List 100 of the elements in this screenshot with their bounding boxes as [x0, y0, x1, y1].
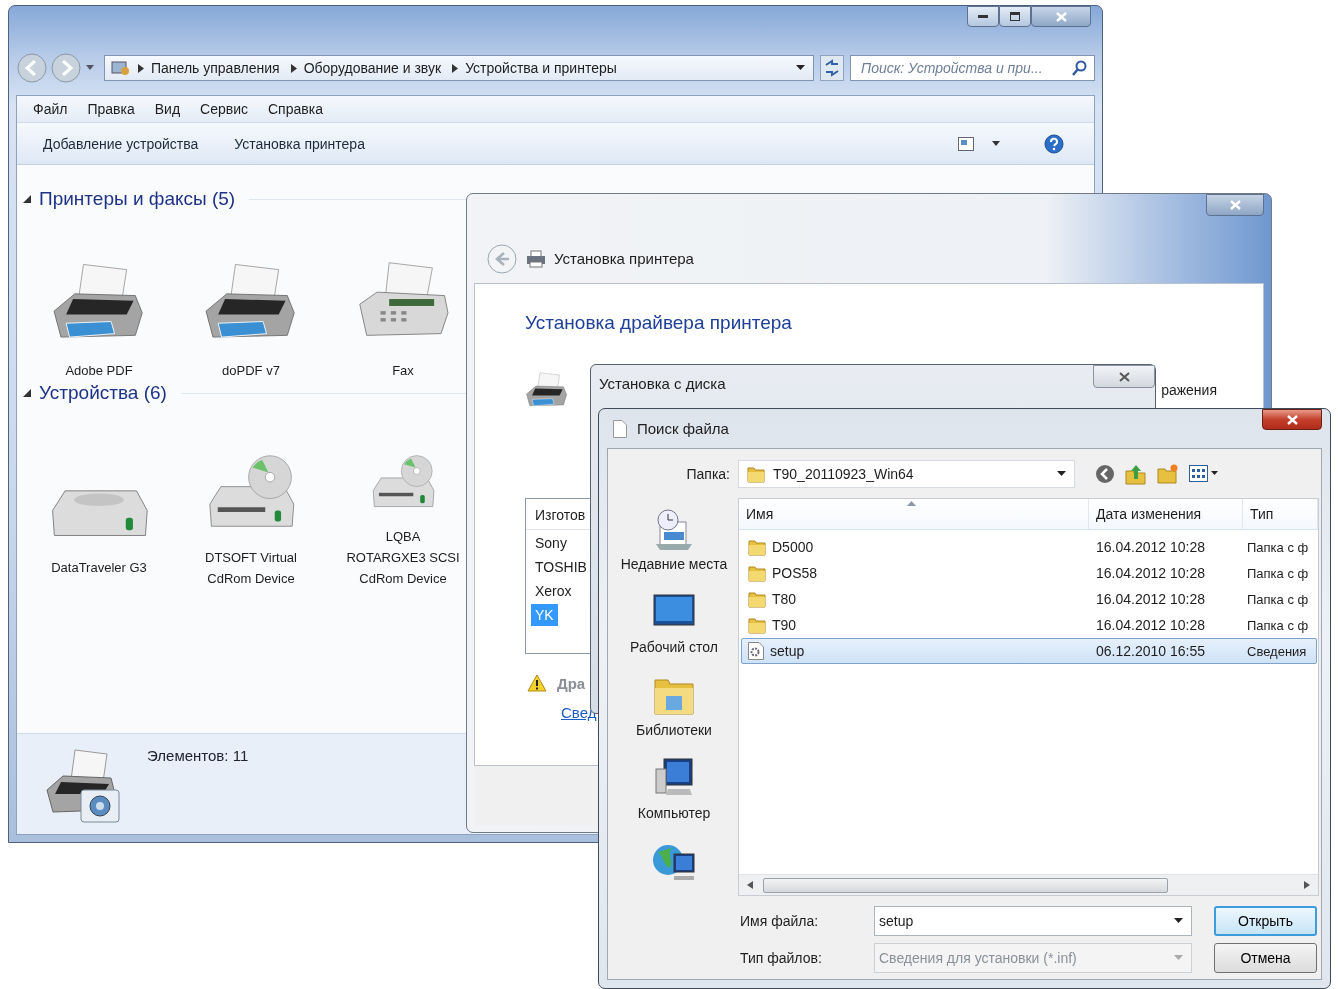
expanded-triangle-icon[interactable] — [23, 389, 31, 397]
back-icon[interactable] — [16, 52, 48, 84]
expanded-triangle-icon[interactable] — [23, 195, 31, 203]
view-icon[interactable] — [958, 136, 974, 151]
scroll-left-icon — [747, 881, 753, 889]
up-folder-icon[interactable] — [1125, 463, 1147, 485]
folder-icon — [747, 465, 765, 483]
search-icon — [1072, 60, 1088, 76]
menu-item[interactable]: Сервис — [200, 101, 248, 117]
file-row[interactable]: POS58 16.04.2012 10:28 Папка с ф — [741, 560, 1317, 586]
breadcrumb-link[interactable]: Устройства и принтеры — [465, 60, 617, 76]
menu-item[interactable]: Файл — [33, 101, 68, 117]
minimize-icon — [978, 14, 988, 19]
settings-file-icon — [748, 642, 764, 660]
description-text: ражения — [1161, 382, 1217, 398]
chevron-icon — [138, 63, 144, 73]
info-link[interactable]: Свед — [561, 704, 597, 721]
date-cell-text: 16.04.2012 10:28 — [1095, 617, 1206, 633]
column-header[interactable]: Дата изменения — [1089, 499, 1243, 529]
horizontal-scrollbar[interactable] — [739, 874, 1318, 895]
address-field[interactable]: Панель управления Оборудование и звук Устройства и принтеры — [104, 55, 814, 81]
sort-arrow-icon — [907, 501, 916, 506]
file-row[interactable]: setup 06.12.2010 16:55 Сведения — [741, 638, 1317, 664]
maximize-button[interactable] — [999, 6, 1031, 27]
file-name: T80 — [772, 591, 797, 607]
search-field[interactable]: Поиск: Устройства и при... — [850, 55, 1095, 81]
date-cell-text: 16.04.2012 10:28 — [1095, 539, 1206, 555]
chevron-icon — [290, 63, 297, 73]
open-button[interactable]: Открыть — [1214, 906, 1317, 936]
caret-icon[interactable] — [992, 141, 1000, 146]
printer-icon — [526, 249, 546, 268]
file-row[interactable]: D5000 16.04.2012 10:28 Папка с ф — [741, 534, 1317, 560]
place-link[interactable]: Компьютер — [619, 803, 729, 824]
date-cell-text: 16.04.2012 10:28 — [1095, 565, 1206, 581]
caret-icon — [796, 65, 805, 71]
device-label[interactable]: DataTraveler G3 — [41, 557, 157, 578]
device-label[interactable]: doPDF v7 — [193, 360, 309, 381]
command-button[interactable]: Добавление устройства — [27, 131, 215, 156]
close-icon — [1286, 414, 1298, 425]
caret-icon[interactable] — [86, 65, 94, 71]
file-name: D5000 — [772, 539, 814, 555]
type-cell-text: Папка с ф — [1246, 539, 1310, 555]
back-icon[interactable] — [1095, 464, 1115, 484]
type-cell-text: Папка с ф — [1246, 591, 1310, 607]
file-row[interactable]: T90 16.04.2012 10:28 Папка с ф — [741, 612, 1317, 638]
breadcrumb-link[interactable]: Оборудование и звук — [303, 60, 442, 76]
file-name: POS58 — [772, 565, 818, 581]
menu-item[interactable]: Правка — [87, 101, 135, 117]
device-label[interactable]: LQBA ROTARGXE3 SCSI CdRom Device — [345, 526, 461, 589]
type-cell-text: Папка с ф — [1246, 565, 1310, 581]
caret-icon — [1057, 471, 1066, 477]
maximize-icon — [1010, 12, 1020, 21]
type-cell-text: Папка с ф — [1246, 617, 1310, 633]
folder-dropdown[interactable]: T90_20110923_Win64 — [738, 460, 1075, 488]
cancel-button[interactable]: Отмена — [1214, 943, 1317, 973]
folder-icon — [748, 590, 766, 608]
type-cell-text: Сведения — [1246, 643, 1308, 659]
view-menu-icon[interactable] — [1189, 465, 1219, 483]
field-label: Имя файла: — [740, 913, 820, 929]
file-name: T90 — [772, 617, 797, 633]
forward-icon[interactable] — [50, 52, 82, 84]
warning-icon — [527, 674, 547, 692]
device-label[interactable]: Fax — [345, 360, 461, 381]
help-icon[interactable] — [1044, 133, 1064, 154]
minimize-button[interactable] — [967, 6, 999, 27]
file-name: setup — [770, 643, 805, 659]
control-panel-icon — [111, 59, 131, 77]
close-button[interactable] — [1031, 6, 1091, 27]
warning-text: Дра — [557, 674, 586, 692]
place-link[interactable]: Недавние места — [619, 554, 729, 575]
document-icon — [613, 419, 627, 438]
menu-item[interactable]: Справка — [268, 101, 323, 117]
caret-icon — [1174, 918, 1183, 924]
date-cell-text: 16.04.2012 10:28 — [1095, 591, 1206, 607]
column-header[interactable]: Тип — [1243, 499, 1318, 529]
command-button[interactable]: Установка принтера — [218, 131, 381, 156]
device-label[interactable]: Adobe PDF — [41, 360, 157, 381]
refresh-icon[interactable] — [820, 55, 844, 81]
close-button[interactable] — [1093, 365, 1155, 388]
folder-icon — [748, 616, 766, 634]
place-link[interactable]: Рабочий стол — [619, 637, 729, 658]
column-header[interactable]: Имя — [746, 506, 774, 522]
window-title: Поиск файла — [637, 420, 729, 437]
folder-icon — [748, 564, 766, 582]
menu-item[interactable]: Вид — [154, 101, 181, 117]
group-heading[interactable]: Принтеры и факсы (5) — [39, 188, 236, 210]
place-link[interactable]: Библиотеки — [619, 720, 729, 741]
breadcrumb-link[interactable]: Панель управления — [151, 60, 280, 76]
item-count-label: Элементов: 11 — [147, 747, 249, 764]
window-title: Установка с диска — [599, 374, 726, 392]
file-row[interactable]: T80 16.04.2012 10:28 Папка с ф — [741, 586, 1317, 612]
close-button[interactable] — [1262, 409, 1322, 430]
device-label[interactable]: DTSOFT Virtual CdRom Device — [193, 547, 309, 589]
filename-field[interactable]: setup — [874, 906, 1192, 936]
group-heading[interactable]: Устройства (6) — [39, 382, 167, 404]
chevron-icon — [452, 63, 459, 73]
field-label: Тип файлов: — [740, 950, 823, 966]
scroll-right-icon — [1304, 881, 1310, 889]
scrollbar-thumb[interactable] — [763, 877, 1168, 893]
close-icon — [1055, 11, 1067, 22]
